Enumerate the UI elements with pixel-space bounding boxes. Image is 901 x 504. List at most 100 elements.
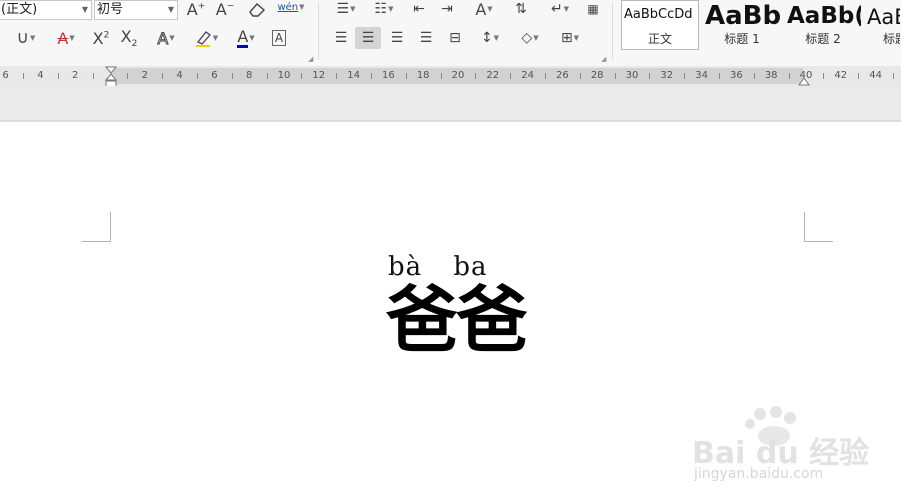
style-sample: AaBb(: [787, 3, 862, 29]
ruler-label: 16: [382, 70, 395, 81]
sort-icon: ⇅: [515, 1, 527, 17]
style-heading-2[interactable]: AaBb( 标题 2: [784, 0, 862, 50]
subscript-icon: X2: [120, 26, 138, 50]
strikethrough-button[interactable]: A ▼: [48, 27, 84, 49]
group-separator: [612, 2, 613, 60]
ruler-tick: [441, 73, 442, 79]
ruler-label: 26: [556, 70, 569, 81]
group-separator: [318, 2, 319, 60]
show-marks-button[interactable]: ↵ ▼: [542, 0, 578, 20]
font-group-launcher-icon[interactable]: ◢: [308, 55, 313, 63]
text-effect-button[interactable]: A ▼: [148, 27, 184, 49]
paragraph-group-launcher-icon[interactable]: ◢: [601, 55, 606, 63]
text-direction-button[interactable]: A ▼: [466, 0, 502, 20]
ruler-label: 12: [312, 70, 326, 81]
ruler-label: 24: [521, 70, 534, 81]
clear-format-button[interactable]: [244, 0, 270, 20]
ruler-tick: [336, 73, 337, 79]
chevron-down-icon: ▼: [69, 34, 75, 42]
increase-indent-button[interactable]: ⇥: [434, 0, 460, 20]
ruler-tick: [301, 73, 302, 79]
ruler-tick: [754, 73, 755, 79]
superscript-digit: 2: [103, 30, 110, 41]
text-effect-icon: A: [157, 28, 169, 48]
superscript-icon: X2: [92, 28, 110, 48]
increase-indent-icon: ⇥: [441, 1, 453, 17]
ruler-tick: [58, 73, 59, 79]
grow-font-button[interactable]: A+: [183, 0, 209, 20]
chevron-down-icon: ▼: [493, 34, 500, 42]
borders-button[interactable]: ⊞ ▼: [552, 27, 588, 49]
ruler-tick: [823, 73, 824, 79]
ruler-tick: [162, 73, 163, 79]
bullet-list-button[interactable]: ☰ ▼: [328, 0, 364, 20]
style-title[interactable]: AaB 标题: [864, 0, 901, 50]
style-normal[interactable]: AaBbCcDd 正文: [621, 0, 699, 50]
phonetic-guide-button[interactable]: wén ▼: [274, 0, 308, 18]
table-grid-button[interactable]: ▦: [580, 0, 606, 20]
ruler-tick: [649, 73, 650, 79]
font-size-combo[interactable]: 初号 ▼: [94, 0, 178, 20]
chevron-down-icon: ▼: [167, 5, 174, 14]
chevron-down-icon: ▼: [299, 3, 305, 11]
ruler-label: 4: [37, 70, 44, 81]
document-canvas: [0, 86, 901, 120]
document-text[interactable]: 爸爸: [386, 278, 528, 362]
numbered-list-button[interactable]: ☷ ▼: [366, 0, 402, 20]
ruler-tick: [789, 73, 790, 79]
ruler-tick: [232, 73, 233, 79]
margin-corner-mark: [82, 241, 111, 242]
justify-button[interactable]: ☰: [413, 27, 439, 49]
font-color-button[interactable]: A ▼: [228, 27, 264, 49]
ruler-tick: [719, 73, 720, 79]
distributed-button[interactable]: ⊟: [442, 27, 468, 49]
paint-bucket-icon: ◇: [521, 30, 533, 46]
ruler-label: 4: [176, 70, 183, 81]
font-name-value: (正文): [1, 2, 38, 17]
ruler-tick: [127, 73, 128, 79]
style-name: 标题 1: [724, 32, 760, 46]
grow-font-icon: A+: [186, 0, 206, 19]
ruler-label: 6: [2, 70, 9, 81]
align-center-button[interactable]: ☰: [355, 27, 381, 49]
ruler-tick: [580, 73, 581, 79]
chevron-down-icon: ▼: [573, 34, 580, 42]
chevron-down-icon: ▼: [249, 34, 255, 42]
underline-icon: ∪: [16, 28, 30, 48]
distributed-icon: ⊟: [449, 30, 461, 46]
decrease-indent-button[interactable]: ⇤: [406, 0, 432, 20]
ruler-label: 22: [486, 70, 500, 81]
watermark-url: jingyan.baidu.com: [694, 466, 824, 482]
ruler-tick: [197, 73, 198, 79]
ruler-tick: [615, 73, 616, 79]
align-right-icon: ☰: [390, 30, 404, 46]
underline-button[interactable]: ∪ ▼: [8, 27, 44, 49]
margin-corner-mark: [110, 212, 111, 241]
highlight-button[interactable]: ▼: [188, 27, 224, 49]
font-name-combo[interactable]: (正文) ▼: [0, 0, 92, 20]
text-direction-icon: A: [475, 0, 487, 19]
chevron-down-icon: ▼: [487, 5, 493, 13]
align-left-button[interactable]: ☰: [328, 27, 354, 49]
justify-icon: ☰: [419, 30, 433, 46]
shrink-font-button[interactable]: A−: [212, 0, 238, 20]
bullet-list-icon: ☰: [336, 1, 350, 17]
superscript-button[interactable]: X2: [88, 27, 114, 49]
ruler-tick: [406, 73, 407, 79]
shrink-font-icon: A−: [215, 0, 235, 19]
style-heading-1[interactable]: AaBb 标题 1: [702, 0, 782, 50]
ruler-tick: [858, 73, 859, 79]
chevron-down-icon: ▼: [212, 34, 219, 42]
align-right-button[interactable]: ☰: [384, 27, 410, 49]
ruler-tick: [23, 73, 24, 79]
eraser-icon: [249, 3, 266, 17]
paragraph-mark-icon: ↵: [550, 1, 563, 17]
line-spacing-button[interactable]: ↕ ▼: [472, 27, 508, 49]
sort-button[interactable]: ⇅: [508, 0, 534, 20]
character-border-button[interactable]: A: [266, 27, 292, 49]
line-spacing-icon: ↕: [480, 30, 493, 46]
ruler-label: 14: [347, 70, 360, 81]
ruler-tick: [267, 73, 268, 79]
subscript-button[interactable]: X2: [116, 27, 142, 49]
shading-button[interactable]: ◇ ▼: [512, 27, 548, 49]
